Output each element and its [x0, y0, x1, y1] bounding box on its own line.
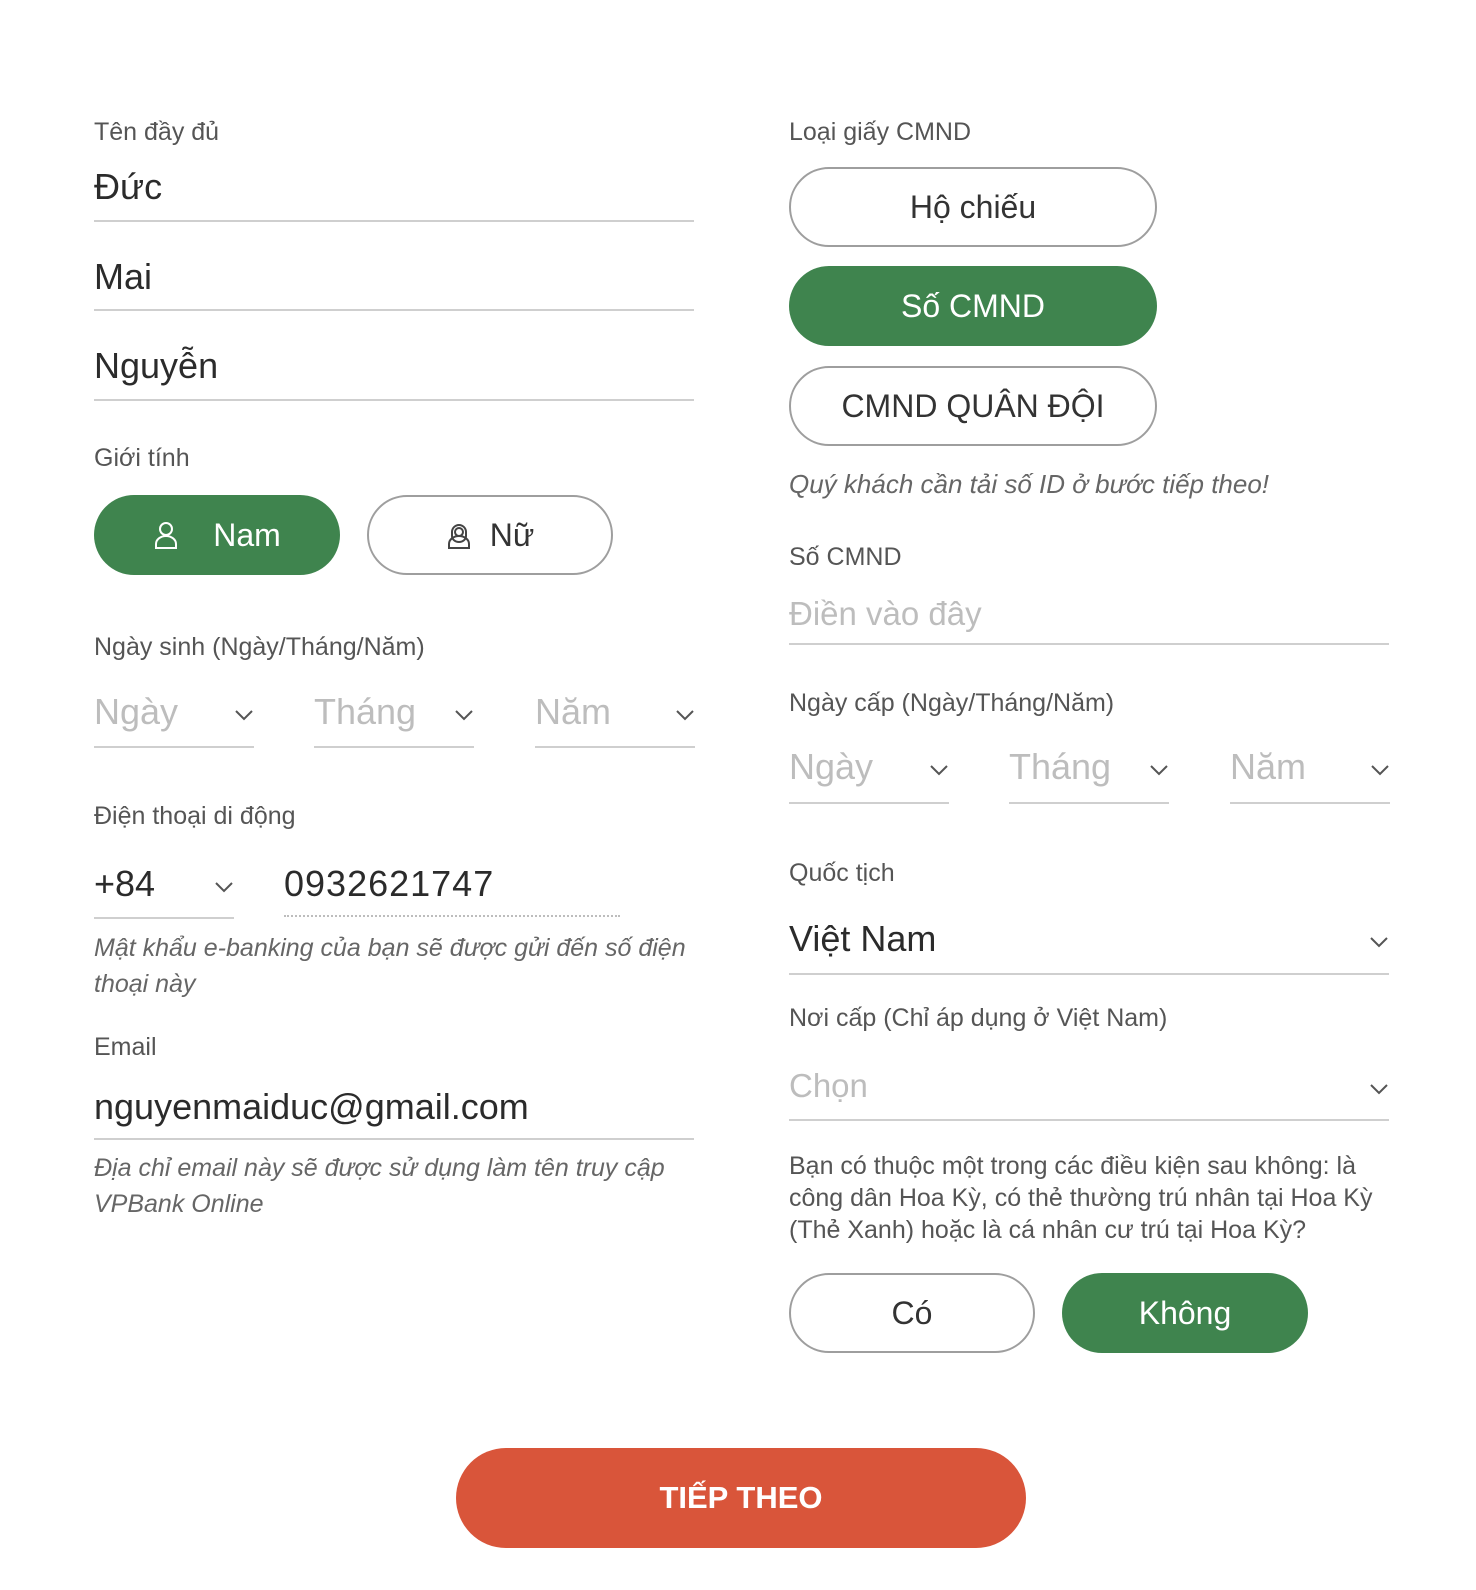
issue-place-label: Nơi cấp (Chỉ áp dụng ở Việt Nam): [789, 1004, 1168, 1032]
phone-hint: Mật khẩu e-banking của bạn sẽ được gửi đ…: [94, 934, 686, 998]
dob-day-underline: [94, 746, 254, 748]
us-yes-label: Có: [891, 1294, 933, 1331]
chevron-down-icon: [215, 882, 233, 893]
person-icon: [153, 520, 179, 550]
dob-year-select[interactable]: Năm: [535, 690, 695, 748]
last-name-field[interactable]: Nguyễn: [94, 344, 694, 402]
chevron-down-icon: [1370, 937, 1388, 948]
phone-code-select[interactable]: +84: [94, 862, 234, 920]
nationality-underline: [789, 973, 1389, 975]
issue-year-placeholder: Năm: [1230, 746, 1307, 787]
id-type-military-label: CMND QUÂN ĐỘI: [841, 387, 1105, 424]
id-type-cmnd-label: Số CMND: [900, 287, 1045, 324]
issue-place-select[interactable]: Chọn: [789, 1064, 1389, 1122]
phone-number-field[interactable]: 0932621747: [284, 862, 620, 916]
us-question: Bạn có thuộc một trong các điều kiện sau…: [789, 1152, 1373, 1244]
issue-month-underline: [1009, 802, 1169, 804]
dob-day-select[interactable]: Ngày: [94, 690, 254, 748]
dob-year-placeholder: Năm: [535, 691, 612, 732]
id-note: Quý khách cần tải số ID ở bước tiếp theo…: [789, 469, 1270, 499]
next-button[interactable]: TIẾP THEO: [456, 1448, 1026, 1548]
first-name-underline: [94, 220, 694, 222]
id-number-placeholder: Điền vào đây: [789, 595, 982, 632]
dob-label: Ngày sinh (Ngày/Tháng/Năm): [94, 633, 425, 661]
issue-month-select[interactable]: Tháng: [1009, 745, 1169, 803]
nationality-label: Quốc tịch: [789, 859, 895, 887]
issue-date-label: Ngày cấp (Ngày/Tháng/Năm): [789, 689, 1115, 717]
email-underline: [94, 1138, 694, 1140]
id-type-passport-label: Hộ chiếu: [909, 188, 1037, 225]
chevron-down-icon: [1370, 1084, 1388, 1095]
id-type-cmnd-button[interactable]: Số CMND: [789, 266, 1157, 346]
first-name-value: Đức: [94, 166, 163, 207]
id-type-passport-button[interactable]: Hộ chiếu: [789, 167, 1157, 247]
chevron-down-icon: [235, 710, 253, 721]
id-number-field[interactable]: Điền vào đây: [789, 592, 1389, 646]
email-field[interactable]: nguyenmaiduc@gmail.com: [94, 1085, 694, 1139]
last-name-underline: [94, 399, 694, 401]
last-name-value: Nguyễn: [94, 345, 219, 386]
next-button-label: TIẾP THEO: [659, 1480, 823, 1515]
dob-month-placeholder: Tháng: [314, 691, 417, 732]
issue-day-underline: [789, 802, 949, 804]
id-number-underline: [789, 643, 1389, 645]
us-no-button[interactable]: Không: [1062, 1273, 1308, 1353]
chevron-down-icon: [676, 710, 694, 721]
dob-month-underline: [314, 746, 474, 748]
full-name-label: Tên đầy đủ: [94, 118, 220, 146]
gender-female-label: Nữ: [489, 516, 535, 553]
id-type-military-button[interactable]: CMND QUÂN ĐỘI: [789, 366, 1157, 446]
issue-place-placeholder: Chọn: [789, 1067, 868, 1104]
phone-number-underline: [284, 915, 620, 917]
first-name-field[interactable]: Đức: [94, 165, 694, 223]
dob-month-select[interactable]: Tháng: [314, 690, 474, 748]
us-yes-button[interactable]: Có: [789, 1273, 1035, 1353]
chevron-down-icon: [1371, 765, 1389, 776]
issue-year-underline: [1230, 802, 1390, 804]
phone-label: Điện thoại di động: [94, 802, 296, 830]
issue-day-select[interactable]: Ngày: [789, 745, 949, 803]
chevron-down-icon: [930, 765, 948, 776]
phone-code-value: +84: [94, 863, 156, 904]
issue-place-underline: [789, 1119, 1389, 1121]
issue-year-select[interactable]: Năm: [1230, 745, 1390, 803]
middle-name-field[interactable]: Mai: [94, 255, 694, 313]
email-label: Email: [94, 1033, 157, 1061]
chevron-down-icon: [1150, 765, 1168, 776]
email-value: nguyenmaiduc@gmail.com: [94, 1086, 529, 1127]
nationality-select[interactable]: Việt Nam: [789, 917, 1389, 975]
gender-label: Giới tính: [94, 444, 190, 472]
chevron-down-icon: [455, 710, 473, 721]
dob-year-underline: [535, 746, 695, 748]
us-no-label: Không: [1138, 1294, 1232, 1331]
middle-name-underline: [94, 309, 694, 311]
phone-number-value: 0932621747: [284, 863, 495, 904]
registration-form: Tên đầy đủ Đức Mai Nguyễn Giới tính Nam …: [0, 0, 1476, 1590]
middle-name-value: Mai: [94, 256, 153, 297]
gender-male-label: Nam: [213, 516, 281, 553]
gender-male-button[interactable]: Nam: [94, 495, 340, 575]
issue-day-placeholder: Ngày: [789, 746, 874, 787]
gender-female-button[interactable]: Nữ: [367, 495, 613, 575]
nationality-value: Việt Nam: [789, 918, 937, 959]
person-female-icon: [446, 520, 472, 550]
id-type-label: Loại giấy CMND: [789, 118, 972, 146]
phone-code-underline: [94, 917, 234, 919]
id-number-label: Số CMND: [789, 543, 902, 571]
email-hint: Địa chỉ email này sẽ được sử dụng làm tê…: [94, 1154, 665, 1218]
dob-day-placeholder: Ngày: [94, 691, 179, 732]
issue-month-placeholder: Tháng: [1009, 746, 1112, 787]
